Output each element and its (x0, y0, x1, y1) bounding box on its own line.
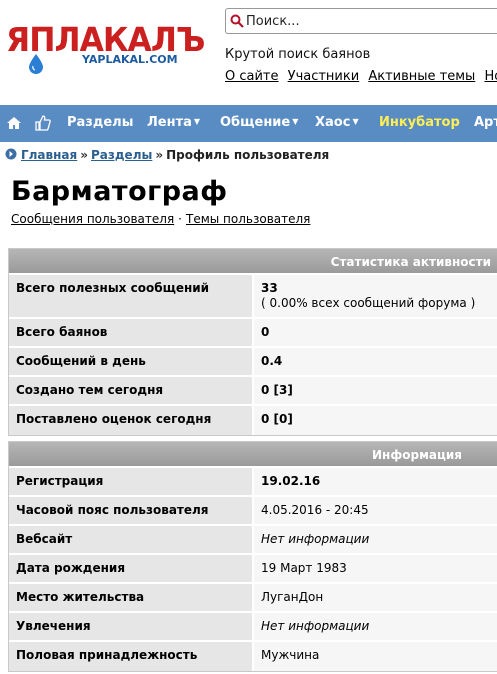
logo-domain: YAPLAKAL.COM (82, 53, 178, 66)
stat-note: ( 0.00% всех сообщений форума ) (261, 296, 476, 310)
table-row: Создано тем сегодня 0 [3] (9, 377, 497, 406)
search-icon (230, 14, 244, 28)
user-topics-link[interactable]: Темы пользователя (186, 212, 310, 226)
home-icon[interactable] (6, 115, 22, 131)
table-row: Вебсайт Нет информации (9, 526, 497, 555)
site-slogan: Крутой поиск баянов (225, 47, 371, 62)
breadcrumb-home[interactable]: Главная (21, 148, 77, 162)
table-row: Половая принадлежность Мужчина (9, 642, 497, 671)
info-value: 19.02.16 (254, 468, 497, 495)
info-label: Часовой пояс пользователя (9, 497, 254, 524)
nav-feed[interactable]: Лента ▼ (147, 115, 200, 130)
nav-chaos[interactable]: Хаос ▼ (315, 115, 359, 130)
info-label: Место жительства (9, 584, 254, 611)
stat-value: 33( 0.00% всех сообщений форума ) (254, 275, 497, 317)
table-row: Часовой пояс пользователя 4.05.2016 - 20… (9, 497, 497, 526)
info-value: Нет информации (254, 526, 497, 553)
top-link-active-topics[interactable]: Активные темы (368, 69, 475, 84)
stat-label: Создано тем сегодня (9, 377, 254, 404)
profile-links: Сообщения пользователя · Темы пользователя (11, 212, 310, 226)
info-label: Регистрация (9, 468, 254, 495)
activity-stats-table: Статистика активности Всего полезных соо… (8, 248, 497, 436)
chevron-down-icon: ▼ (352, 117, 359, 126)
table-row: Всего полезных сообщений 33( 0.00% всех … (9, 275, 497, 319)
table-row: Сообщений в день 0.4 (9, 348, 497, 377)
table-header: Информация (9, 442, 497, 468)
stat-value: 0 (254, 319, 497, 346)
thumbs-up-icon[interactable] (35, 115, 51, 131)
nav-talk[interactable]: Общение ▼ (220, 115, 298, 130)
stat-label: Всего баянов (9, 319, 254, 346)
chevron-down-icon: ▼ (292, 117, 299, 126)
site-logo[interactable]: ЯПЛАКАЛЪ YAPLAKAL.COM (6, 18, 206, 76)
info-value: Нет информации (254, 613, 497, 640)
info-label: Половая принадлежность (9, 642, 254, 671)
main-navbar: Разделы Лента ▼ Общение ▼ Хаос ▼ Инкубатор … (0, 105, 497, 142)
stat-value: 0 [0] (254, 406, 497, 435)
search-box[interactable] (225, 8, 497, 34)
info-value: Мужчина (254, 642, 497, 671)
breadcrumb-current: Профиль пользователя (166, 148, 330, 162)
breadcrumb-separator: » (80, 148, 88, 162)
top-links: О сайте Участники Активные темы Нов (225, 69, 497, 84)
chevron-down-icon: ▼ (193, 117, 201, 126)
breadcrumb-sections[interactable]: Разделы (91, 148, 152, 162)
table-row: Всего баянов 0 (9, 319, 497, 348)
top-link-about[interactable]: О сайте (225, 69, 279, 84)
stat-label: Всего полезных сообщений (9, 275, 254, 317)
info-value: 4.05.2016 - 20:45 (254, 497, 497, 524)
info-label: Дата рождения (9, 555, 254, 582)
stat-label: Сообщений в день (9, 348, 254, 375)
nav-art[interactable]: Арт (474, 115, 497, 130)
table-row: Регистрация 19.02.16 (9, 468, 497, 497)
nav-incubator[interactable]: Инкубатор (379, 115, 460, 130)
user-posts-link[interactable]: Сообщения пользователя (11, 212, 174, 226)
search-input[interactable] (246, 12, 486, 30)
info-label: Вебсайт (9, 526, 254, 553)
breadcrumb-separator: » (155, 148, 164, 162)
table-row: Место жительства ЛуганДон (9, 584, 497, 613)
breadcrumb: Главная» Разделы» Профиль пользователя (5, 148, 329, 162)
table-row: Дата рождения 19 Март 1983 (9, 555, 497, 584)
table-row: Увлечения Нет информации (9, 613, 497, 642)
water-drop-icon (29, 54, 43, 74)
table-row: Поставлено оценок сегодня 0 [0] (9, 406, 497, 435)
arrow-circle-icon (5, 148, 17, 160)
table-header: Статистика активности (9, 249, 497, 275)
stat-value: 0 [3] (254, 377, 497, 404)
info-value: ЛуганДон (254, 584, 497, 611)
info-label: Увлечения (9, 613, 254, 640)
info-table: Информация Регистрация 19.02.16 Часовой … (8, 441, 497, 672)
page-title: Барматограф (11, 176, 228, 207)
stat-label: Поставлено оценок сегодня (9, 406, 254, 435)
info-value: 19 Март 1983 (254, 555, 497, 582)
link-separator: · (178, 212, 182, 226)
top-link-members[interactable]: Участники (288, 69, 360, 84)
stat-value: 0.4 (254, 348, 497, 375)
nav-sections[interactable]: Разделы (67, 115, 133, 130)
top-link-new[interactable]: Нов (484, 69, 497, 84)
